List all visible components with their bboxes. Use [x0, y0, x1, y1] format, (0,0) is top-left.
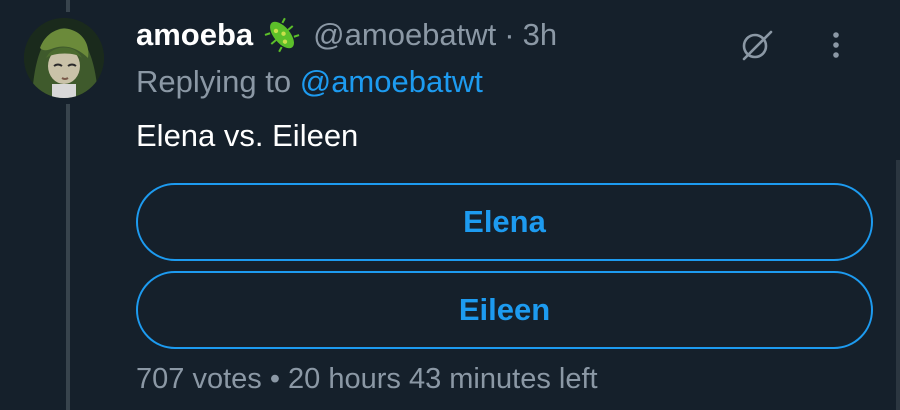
avatar[interactable]: [24, 18, 104, 98]
grok-icon[interactable]: [740, 28, 774, 62]
replying-mention[interactable]: @amoebatwt: [300, 64, 483, 99]
poll-option-elena[interactable]: Elena: [136, 183, 873, 261]
poll-option-label: Elena: [463, 204, 546, 239]
tweet: amoeba @amoebatwt · 3h Replying to @amoe…: [0, 0, 900, 410]
thread-line-top: [66, 0, 70, 12]
thread-line: [66, 104, 70, 410]
separator: ·: [504, 17, 515, 52]
poll-option-label: Eileen: [458, 292, 551, 327]
poll-time-left: 20 hours 43 minutes left: [288, 363, 598, 395]
display-name[interactable]: amoeba: [136, 17, 253, 53]
tweet-text: Elena vs. Eileen: [136, 118, 359, 153]
poll-meta: 707 votes • 20 hours 43 minutes left: [136, 363, 873, 396]
tweet-actions-top: [740, 28, 872, 62]
replying-to: Replying to @amoebatwt: [136, 60, 872, 104]
avatar-image: [24, 18, 104, 98]
microbe-emoji-icon: [263, 16, 301, 54]
poll-option-eileen[interactable]: Eileen: [136, 271, 873, 349]
poll-votes: 707 votes: [136, 363, 262, 395]
timestamp[interactable]: 3h: [523, 17, 557, 53]
scroll-edge: [896, 160, 900, 410]
replying-prefix: Replying to: [136, 64, 292, 99]
more-vertical-icon[interactable]: [828, 29, 844, 61]
poll-bullet: •: [269, 363, 280, 395]
poll: Elena Eileen 707 votes • 20 hours 43 min…: [136, 183, 873, 396]
tweet-content: amoeba @amoebatwt · 3h Replying to @amoe…: [136, 10, 873, 396]
handle[interactable]: @amoebatwt: [313, 17, 496, 53]
